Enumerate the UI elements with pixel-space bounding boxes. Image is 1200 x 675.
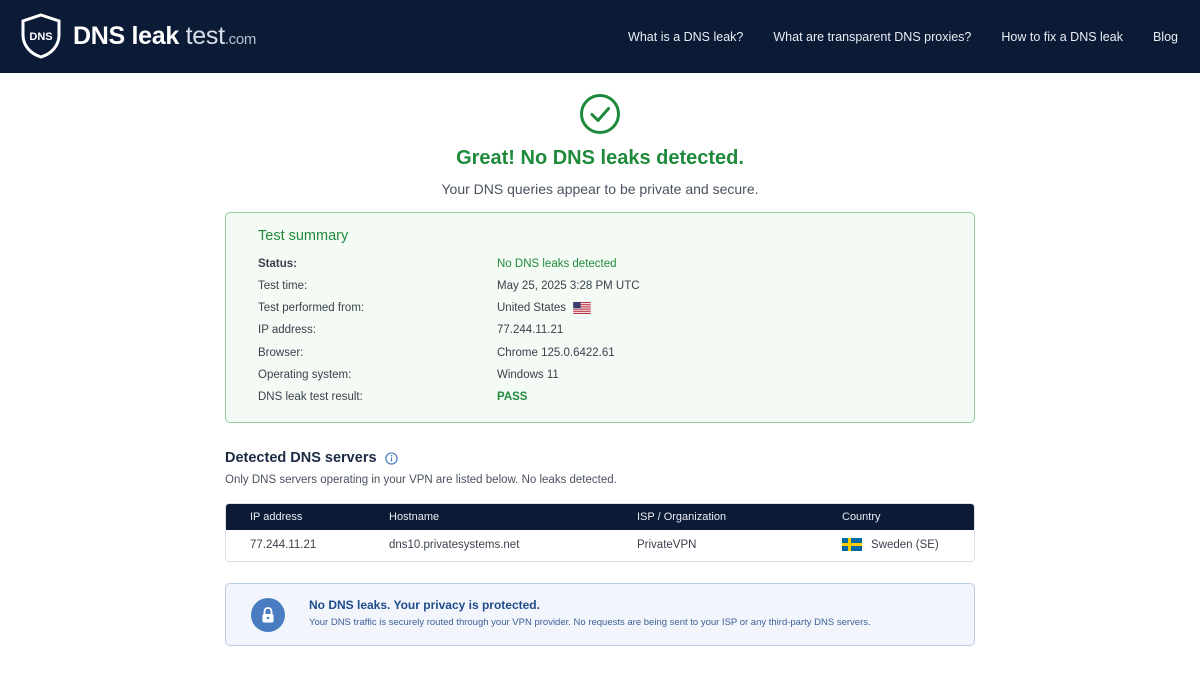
logo-com: .com: [224, 30, 257, 48]
dns-servers-title: Detected DNS servers: [225, 450, 377, 466]
info-icon[interactable]: [384, 451, 398, 465]
dns-servers-table: IP address Hostname ISP / Organization C…: [225, 503, 975, 562]
privacy-banner: No DNS leaks. Your privacy is protected.…: [225, 583, 975, 646]
column-header-ip: IP address: [250, 511, 303, 523]
summary-value-status: No DNS leaks detected: [497, 258, 617, 270]
summary-value: Chrome 125.0.6422.61: [497, 347, 615, 359]
logo-wordmark: DNS leak test.com: [73, 22, 256, 51]
summary-row-ip: IP address: 77.244.11.21: [258, 324, 938, 342]
nav-blog[interactable]: Blog: [1153, 30, 1178, 44]
test-summary-card: Test summary Status: No DNS leaks detect…: [225, 212, 975, 423]
svg-text:DNS: DNS: [29, 31, 52, 43]
result-subtitle: Your DNS queries appear to be private an…: [441, 181, 759, 197]
summary-key: Test performed from:: [258, 302, 365, 314]
site-logo[interactable]: DNS DNS leak test.com: [20, 13, 256, 59]
summary-value: May 25, 2025 3:28 PM UTC: [497, 280, 640, 292]
cell-ip: 77.244.11.21: [250, 539, 317, 551]
summary-key: Status:: [258, 258, 297, 270]
nav-what-is-dns-leak[interactable]: What is a DNS leak?: [628, 30, 743, 44]
summary-key: Operating system:: [258, 369, 352, 381]
country-text: Sweden (SE): [871, 538, 939, 551]
summary-value: Windows 11: [497, 369, 559, 381]
summary-key: IP address:: [258, 324, 316, 336]
banner-title: No DNS leaks. Your privacy is protected.: [309, 598, 540, 612]
site-header: DNS DNS leak test.com What is a DNS leak…: [0, 0, 1200, 73]
column-header-country: Country: [842, 511, 881, 523]
summary-row-test-time: Test time: May 25, 2025 3:28 PM UTC: [258, 280, 938, 298]
dns-servers-subtitle: Only DNS servers operating in your VPN a…: [225, 474, 617, 486]
check-circle-icon: [580, 94, 620, 134]
column-header-isp: ISP / Organization: [637, 511, 727, 523]
nav-how-to-fix[interactable]: How to fix a DNS leak: [1001, 30, 1123, 44]
dns-servers-heading: Detected DNS servers: [225, 450, 398, 466]
location-text: United States: [497, 302, 567, 314]
column-header-hostname: Hostname: [389, 511, 440, 523]
logo-dns: DNS leak: [73, 21, 179, 50]
summary-row-result: DNS leak test result: PASS: [258, 391, 938, 409]
summary-title: Test summary: [258, 228, 349, 244]
banner-text: Your DNS traffic is securely routed thro…: [309, 617, 871, 628]
summary-key: Browser:: [258, 347, 304, 359]
summary-row-location: Test performed from: United States: [258, 302, 938, 320]
nav-transparent-dns-proxies[interactable]: What are transparent DNS proxies?: [773, 30, 971, 44]
summary-key: Test time:: [258, 280, 308, 292]
summary-row-status: Status: No DNS leaks detected: [258, 258, 938, 276]
summary-value-location: United States: [497, 302, 591, 314]
shield-logo-icon: DNS: [21, 13, 61, 59]
result-headline: Great! No DNS leaks detected.: [456, 147, 744, 169]
sweden-flag-icon: [842, 538, 862, 551]
us-flag-icon: [573, 302, 591, 314]
lock-icon: [251, 598, 285, 632]
cell-isp: PrivateVPN: [637, 539, 697, 551]
cell-country: Sweden (SE): [842, 538, 939, 551]
summary-row-browser: Browser: Chrome 125.0.6422.61: [258, 347, 938, 365]
summary-value-result: PASS: [497, 391, 528, 403]
main-nav: What is a DNS leak? What are transparent…: [628, 0, 1200, 73]
summary-row-os: Operating system: Windows 11: [258, 369, 938, 387]
table-row: 77.244.11.21 dns10.privatesystems.net Pr…: [226, 530, 974, 561]
table-header: IP address Hostname ISP / Organization C…: [226, 504, 974, 530]
summary-value: 77.244.11.21: [497, 324, 564, 336]
cell-hostname: dns10.privatesystems.net: [389, 539, 520, 551]
summary-key: DNS leak test result:: [258, 391, 363, 403]
logo-test: test: [179, 21, 225, 50]
